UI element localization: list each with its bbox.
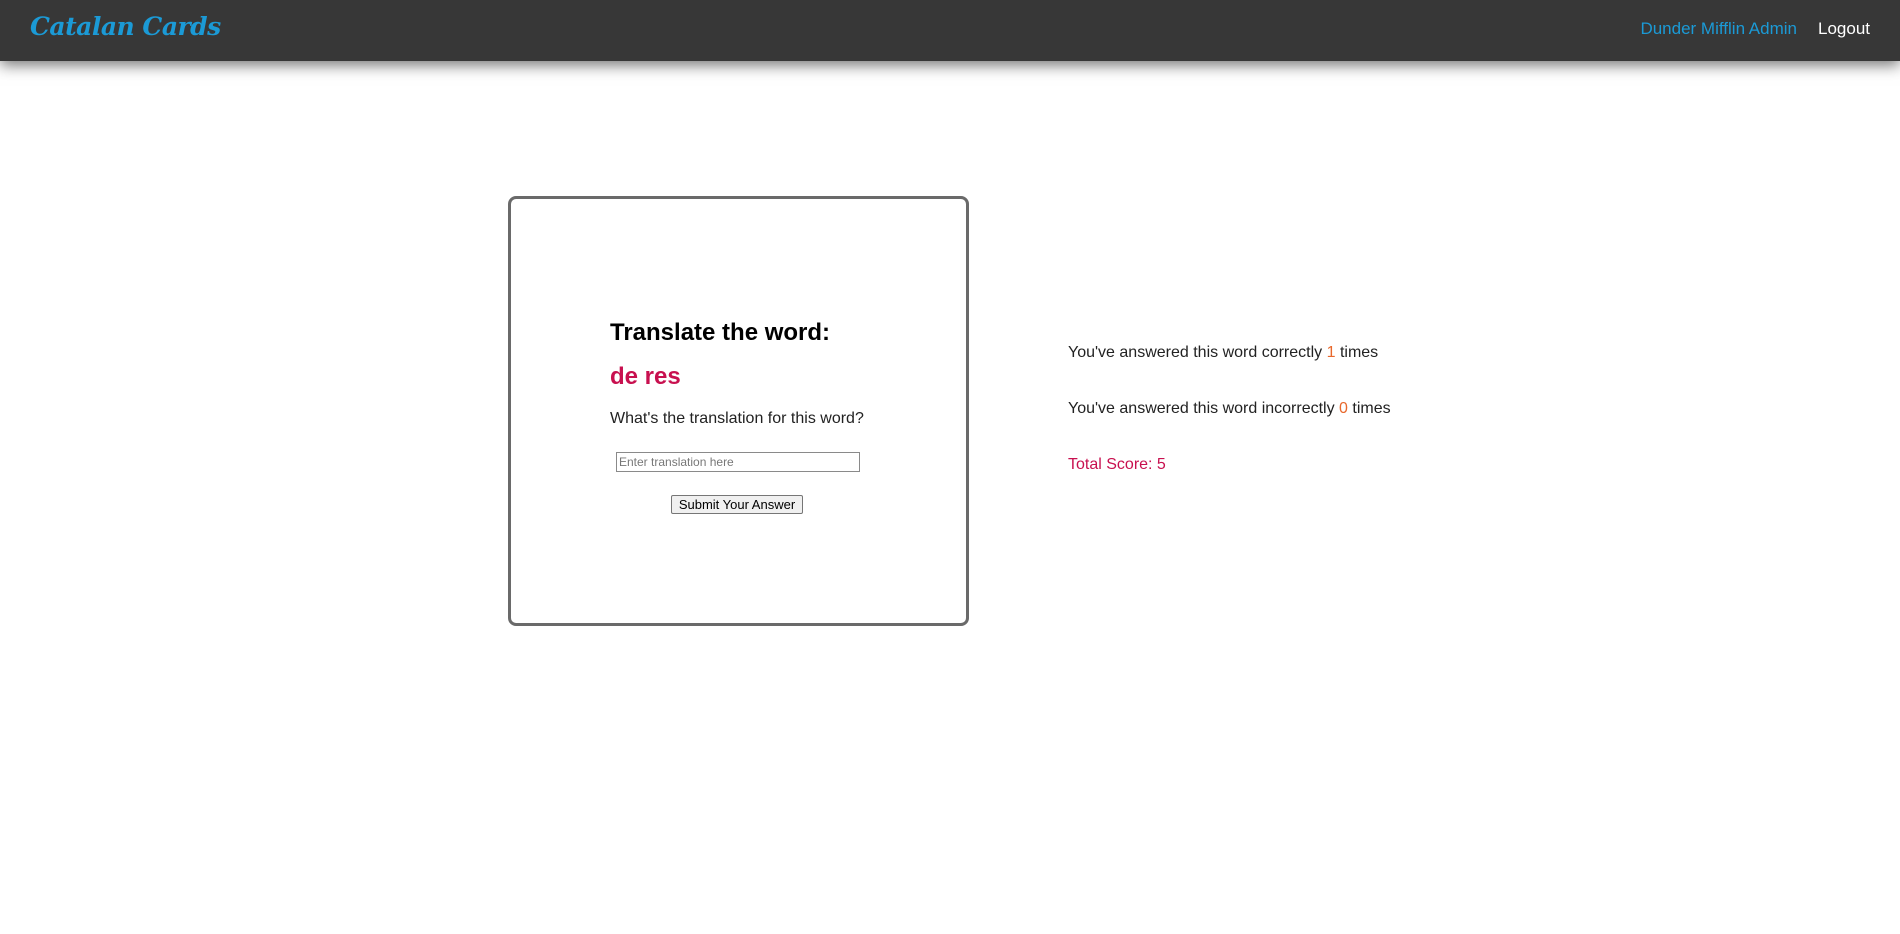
incorrect-count-line: You've answered this word incorrectly 0 … [1068, 399, 1391, 419]
incorrect-prefix: You've answered this word incorrectly [1068, 400, 1340, 417]
top-navbar: Catalan Cards Dunder Mifflin Admin Logou… [0, 0, 1900, 61]
correct-prefix: You've answered this word correctly [1068, 344, 1327, 361]
logout-link[interactable]: Logout [1818, 19, 1870, 39]
flashcard-content: Translate the word: de res What's the tr… [610, 317, 880, 514]
submit-wrap: Submit Your Answer [610, 495, 864, 514]
correct-suffix: times [1335, 344, 1379, 361]
prompt-heading: Translate the word: [610, 319, 831, 346]
incorrect-count: 0 [1339, 400, 1348, 417]
translation-input[interactable] [616, 452, 860, 472]
user-profile-link[interactable]: Dunder Mifflin Admin [1640, 19, 1797, 39]
nav-links: Dunder Mifflin Admin Logout [1640, 19, 1870, 39]
word-stats: You've answered this word correctly 1 ti… [1068, 343, 1391, 475]
correct-count-line: You've answered this word correctly 1 ti… [1068, 343, 1391, 363]
submit-answer-button[interactable]: Submit Your Answer [670, 495, 804, 514]
correct-count: 1 [1326, 344, 1336, 361]
current-word: de res [610, 363, 681, 390]
total-score: Total Score: 5 [1068, 456, 1166, 473]
question-text: What's the translation for this word? [610, 410, 864, 427]
incorrect-suffix: times [1347, 400, 1391, 417]
brand-logo-link[interactable]: Catalan Cards [30, 12, 221, 41]
flashcard: Translate the word: de res What's the tr… [508, 196, 969, 626]
